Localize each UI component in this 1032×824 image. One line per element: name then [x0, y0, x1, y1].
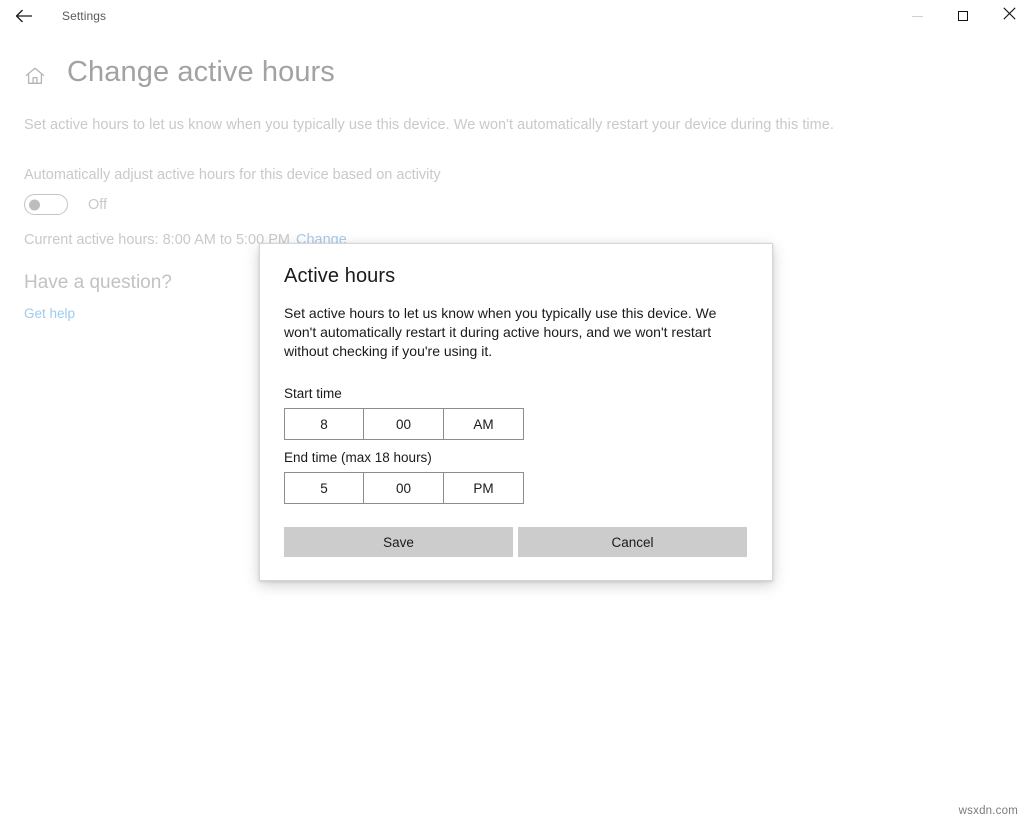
home-icon[interactable] — [24, 65, 46, 87]
window-controls — [894, 0, 1032, 32]
end-time-picker: 5 00 PM — [284, 472, 524, 504]
maximize-icon — [958, 11, 968, 21]
back-button[interactable] — [8, 2, 40, 30]
title-bar: Settings — [0, 0, 1032, 32]
maximize-button[interactable] — [940, 0, 986, 32]
start-time-label: Start time — [284, 386, 342, 401]
current-active-hours-text: Current active hours: 8:00 AM to 5:00 PM — [24, 232, 290, 248]
get-help-link[interactable]: Get help — [24, 306, 75, 321]
start-hour-field[interactable]: 8 — [284, 408, 364, 440]
toggle-state-label: Off — [88, 196, 108, 213]
active-hours-dialog: Active hours Set active hours to let us … — [259, 243, 773, 581]
have-a-question-heading: Have a question? — [24, 272, 172, 293]
auto-adjust-toggle[interactable] — [24, 194, 68, 215]
auto-adjust-label: Automatically adjust active hours for th… — [24, 167, 441, 183]
minimize-button[interactable] — [894, 0, 940, 32]
end-period-field[interactable]: PM — [444, 472, 524, 504]
dialog-title: Active hours — [284, 265, 396, 287]
end-hour-field[interactable]: 5 — [284, 472, 364, 504]
auto-adjust-toggle-row: Off — [24, 194, 107, 215]
save-button[interactable]: Save — [284, 527, 513, 557]
end-minute-field[interactable]: 00 — [364, 472, 444, 504]
start-minute-field[interactable]: 00 — [364, 408, 444, 440]
page-header: Change active hours — [24, 52, 335, 92]
close-button[interactable] — [986, 0, 1032, 32]
start-period-field[interactable]: AM — [444, 408, 524, 440]
end-time-label: End time (max 18 hours) — [284, 450, 432, 465]
watermark: wsxdn.com — [958, 805, 1018, 817]
start-time-picker: 8 00 AM — [284, 408, 524, 440]
dialog-description: Set active hours to let us know when you… — [284, 305, 717, 359]
cancel-button[interactable]: Cancel — [518, 527, 747, 557]
toggle-knob — [29, 199, 40, 210]
page-description: Set active hours to let us know when you… — [24, 117, 834, 133]
close-icon — [1002, 7, 1016, 25]
back-arrow-icon — [15, 9, 33, 23]
page-title: Change active hours — [67, 56, 335, 88]
minimize-icon — [911, 15, 923, 17]
dialog-button-row: Save Cancel — [284, 527, 747, 557]
app-title: Settings — [62, 9, 107, 23]
